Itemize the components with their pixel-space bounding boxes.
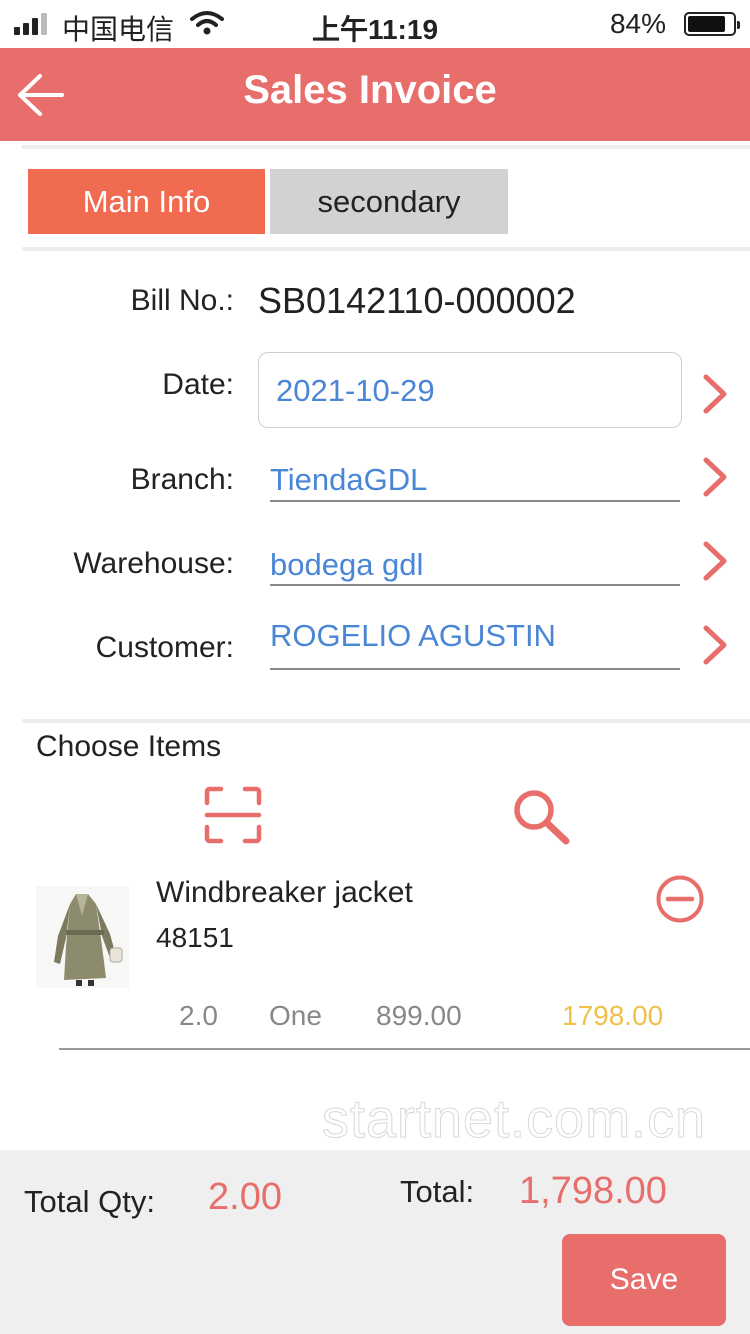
customer-field[interactable]: ROGELIO AGUSTIN [270, 618, 680, 670]
date-label: Date: [162, 368, 234, 401]
chevron-right-icon[interactable] [700, 540, 730, 582]
chevron-right-icon[interactable] [700, 624, 730, 666]
battery-icon [684, 12, 740, 36]
branch-value: TiendaGDL [270, 462, 428, 497]
chevron-right-icon[interactable] [700, 456, 730, 498]
watermark: startnet.com.cn [321, 1089, 707, 1150]
customer-value: ROGELIO AGUSTIN [270, 618, 556, 653]
total-qty-label: Total Qty: [24, 1184, 155, 1219]
choose-items-title: Choose Items [36, 730, 222, 763]
branch-field[interactable]: TiendaGDL [270, 462, 680, 502]
warehouse-value: bodega gdl [270, 547, 424, 582]
item-name: Windbreaker jacket [156, 876, 413, 909]
bill-no-label: Bill No.: [130, 284, 234, 317]
bill-no-value: SB0142110-000002 [258, 280, 576, 321]
date-field[interactable]: 2021-10-29 [258, 352, 682, 428]
battery-percent: 84% [609, 8, 666, 39]
tab-main-info[interactable]: Main Info [28, 169, 265, 234]
tab-secondary[interactable]: secondary [270, 169, 508, 234]
chevron-right-icon[interactable] [700, 373, 730, 415]
divider [22, 719, 750, 723]
divider [22, 145, 750, 149]
item-divider [59, 1048, 750, 1050]
status-bar: 中国电信 上午11:19 84% [0, 0, 750, 48]
item-qty: 2.0 [179, 1000, 218, 1031]
scan-icon[interactable] [204, 786, 262, 844]
total-value: 1,798.00 [519, 1170, 667, 1212]
branch-label: Branch: [130, 463, 234, 496]
customer-label: Customer: [95, 631, 234, 664]
remove-item-icon[interactable] [655, 874, 705, 924]
warehouse-field[interactable]: bodega gdl [270, 547, 680, 586]
total-label: Total: [400, 1174, 475, 1209]
warehouse-label: Warehouse: [73, 547, 234, 580]
search-icon[interactable] [510, 788, 572, 846]
item-price: 899.00 [376, 1000, 462, 1031]
nav-bar: Sales Invoice [0, 48, 750, 141]
item-code: 48151 [156, 922, 234, 953]
item-amount: 1798.00 [562, 1000, 664, 1031]
page-title: Sales Invoice [243, 68, 497, 112]
product-thumbnail [36, 886, 129, 988]
save-button[interactable]: Save [562, 1234, 726, 1326]
date-value: 2021-10-29 [276, 373, 435, 408]
total-qty-value: 2.00 [208, 1176, 282, 1218]
divider [22, 247, 750, 251]
item-unit: One [269, 1000, 322, 1031]
